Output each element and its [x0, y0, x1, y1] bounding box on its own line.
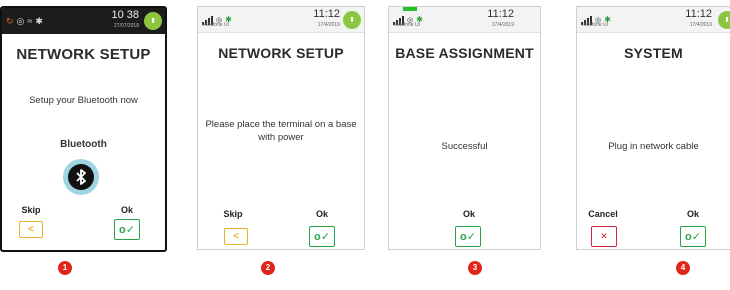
ok-check-icon: o✓ [314, 231, 330, 243]
skip-button[interactable]: < [224, 228, 248, 245]
step-badge-2: 2 [261, 261, 275, 275]
bluetooth-status-icon: ✱ [35, 15, 43, 26]
battery-icon: ▮ [343, 11, 361, 29]
terminal-screen-1: ↻ ◎ ≈ ✱ 10 38 27/07/2018 ▮ NETWORK SETUP… [0, 6, 167, 252]
wifi-icon: ≈ [27, 16, 33, 26]
step-badge-1: 1 [58, 261, 72, 275]
network-icon: ◎ [16, 15, 25, 26]
ok-button[interactable]: o✓ [680, 226, 706, 247]
screen-title: BASE ASSIGNMENT [395, 45, 534, 61]
status-time: 11:12 [313, 8, 340, 20]
sync-icon: ↻ [6, 15, 14, 26]
back-chevron-icon: < [233, 231, 239, 242]
status-bar: ◎ ✱ vodafone UI 11:12 17/4/2019 ▮ [577, 7, 730, 33]
status-date: 17/4/2019 [317, 22, 340, 28]
skip-label: Skip [21, 205, 41, 215]
skip-label: Skip [223, 209, 243, 219]
status-bar: ◎ ✱ vodafone UI 11:12 17/4/2019 ▮ [198, 7, 364, 33]
ok-check-icon: o✓ [460, 231, 476, 243]
battery-icon: ▮ [144, 12, 162, 30]
status-bar: ◎ ✱ vodafone UI 11:12 17/4/2019 [389, 7, 540, 33]
carrier-name: vodafone UI [202, 22, 229, 28]
bluetooth-button[interactable] [63, 159, 99, 195]
ok-label: Ok [686, 209, 699, 219]
battery-icon: ▮ [718, 11, 730, 29]
carrier-name: vodafone UI [581, 22, 608, 28]
screen-subtitle: Setup your Bluetooth now [29, 95, 138, 106]
carrier-name: vodafone UI [393, 22, 420, 28]
bluetooth-icon [68, 164, 94, 190]
back-chevron-icon: < [28, 224, 34, 235]
cancel-button[interactable]: ✕ [591, 226, 617, 247]
status-date: 27/07/2018 [113, 23, 139, 29]
screen-message: Please place the terminal on a base with… [205, 119, 357, 143]
ok-label: Ok [462, 209, 475, 219]
terminal-screen-2: ◎ ✱ vodafone UI 11:12 17/4/2019 ▮ NETWOR… [197, 6, 365, 250]
screen-message: Successful [441, 141, 488, 152]
ok-label: Ok [120, 205, 133, 215]
ok-label: Ok [315, 209, 328, 219]
ok-button[interactable]: o✓ [309, 226, 335, 247]
screen-message: Plug in network cable [608, 141, 699, 152]
terminal-screen-4: ◎ ✱ vodafone UI 11:12 17/4/2019 ▮ SYSTEM… [576, 6, 730, 250]
bluetooth-label: Bluetooth [60, 139, 107, 150]
screen-title: NETWORK SETUP [16, 46, 151, 63]
status-date: 17/4/2019 [491, 22, 514, 28]
terminal-screen-3: ◎ ✱ vodafone UI 11:12 17/4/2019 BASE ASS… [388, 6, 541, 250]
progress-indicator [403, 7, 417, 11]
step-badge-3: 3 [468, 261, 482, 275]
ok-button[interactable]: o✓ [455, 226, 481, 247]
ok-check-icon: o✓ [119, 224, 135, 236]
status-time: 11:12 [487, 8, 514, 20]
status-date: 17/4/2019 [689, 22, 712, 28]
status-bar: ↻ ◎ ≈ ✱ 10 38 27/07/2018 ▮ [2, 8, 165, 34]
skip-button[interactable]: < [19, 221, 43, 238]
screen-title: SYSTEM [624, 45, 683, 61]
step-badge-4: 4 [676, 261, 690, 275]
status-time: 11:12 [685, 8, 712, 20]
ok-check-icon: o✓ [685, 231, 701, 243]
status-time: 10 38 [111, 9, 139, 21]
ok-button[interactable]: o✓ [114, 219, 140, 240]
cancel-label: Cancel [588, 209, 618, 219]
screen-title: NETWORK SETUP [218, 45, 344, 61]
cancel-x-icon: ✕ [600, 231, 608, 241]
